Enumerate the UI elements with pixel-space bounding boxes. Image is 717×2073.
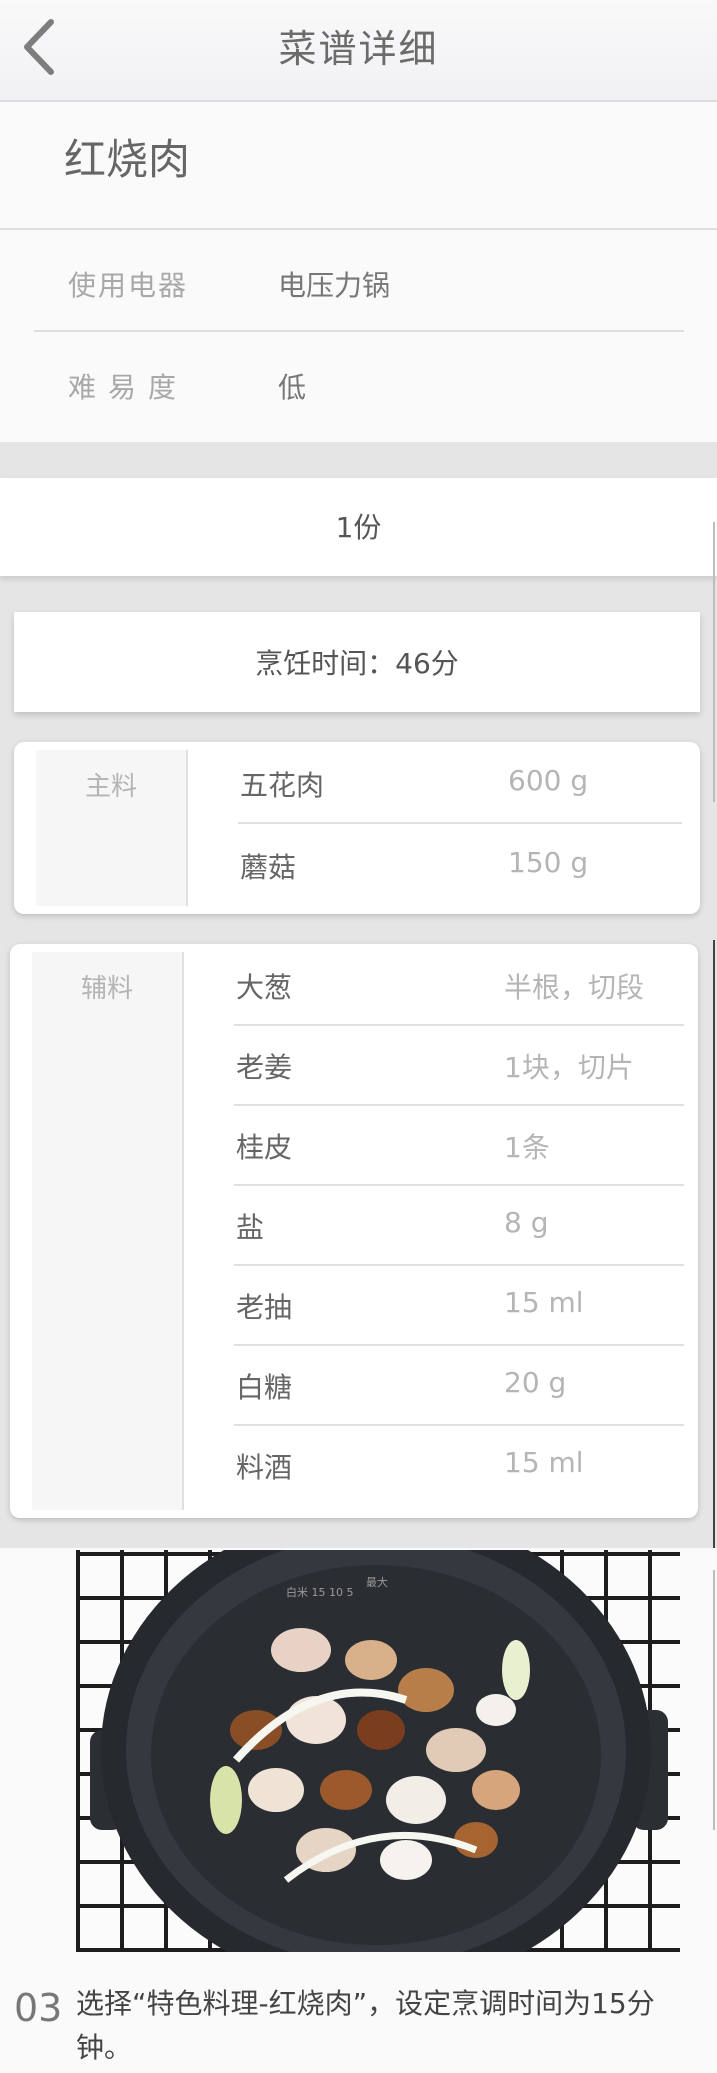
recipe-name: 红烧肉 (64, 135, 191, 184)
ingredient-name: 五花肉 (240, 769, 325, 802)
svg-text:白米 15 10 5: 白米 15 10 5 (286, 1585, 353, 1599)
main-ingredients-card: 主料 五花肉 600 g 蘑菇 150 g (14, 742, 700, 914)
ingredient-row: 盐 8 g (234, 1184, 684, 1266)
ingredient-quantity: 600 g (508, 764, 589, 797)
ingredient-quantity: 8 g (504, 1206, 549, 1239)
ingredient-name: 老姜 (236, 1051, 293, 1084)
ingredient-quantity: 20 g (504, 1366, 567, 1399)
svg-text:最大: 最大 (366, 1575, 388, 1589)
ingredient-name: 白糖 (236, 1371, 293, 1404)
ingredient-quantity: 1条 (504, 1131, 550, 1164)
appliance-label: 使用电器 (68, 269, 189, 302)
recipe-name-section: 红烧肉 (0, 102, 717, 230)
ingredient-name: 大葱 (236, 971, 293, 1004)
cook-time-card: 烹饪时间：46分 (14, 612, 700, 712)
cook-time-text: 烹饪时间：46分 (255, 647, 459, 680)
step-photo: 白米 15 10 5 最大 (76, 1550, 680, 1952)
ingredient-row: 大葱 半根，切段 (234, 944, 684, 1026)
pressure-cooker-pot-image: 白米 15 10 5 最大 (90, 1550, 668, 1952)
scroll-edge-indicator (713, 940, 715, 1548)
scroll-edge-indicator (713, 1570, 715, 1830)
main-ingredients-title-cell: 主料 (36, 750, 188, 906)
ingredient-row: 老抽 15 ml (234, 1264, 684, 1346)
appliance-value: 电压力锅 (278, 269, 391, 302)
ingredient-name: 料酒 (236, 1451, 293, 1484)
aux-ingredients-title-cell: 辅料 (32, 952, 184, 1510)
aux-ingredients-title: 辅料 (80, 974, 133, 1004)
scroll-edge-indicator (713, 522, 715, 802)
ingredient-row: 老姜 1块，切片 (234, 1024, 684, 1106)
step-number: 03 (14, 1986, 63, 2030)
steps-section: 白米 15 10 5 最大 03 选择“特色料理-红烧肉”，设定烹调时间为15分… (0, 1548, 717, 2073)
difficulty-label: 难易度 (68, 371, 189, 404)
ingredient-quantity: 半根，切段 (504, 971, 645, 1004)
ingredient-row: 蘑菇 150 g (238, 824, 682, 904)
aux-ingredients-card: 辅料 大葱 半根，切段 老姜 1块，切片 桂皮 1条 盐 8 g 老抽 15 m… (10, 944, 698, 1518)
page-title: 菜谱详细 (278, 27, 439, 71)
ingredient-name: 老抽 (236, 1291, 293, 1324)
ingredient-quantity: 15 ml (504, 1446, 584, 1479)
difficulty-value: 低 (278, 371, 307, 404)
ingredient-name: 蘑菇 (240, 851, 297, 884)
info-row-appliance: 使用电器 电压力锅 (34, 230, 684, 332)
step-description: 选择“特色料理-红烧肉”，设定烹调时间为15分钟。 (76, 1987, 655, 2064)
servings-value: 1份 (335, 511, 382, 544)
info-row-difficulty: 难易度 低 (34, 332, 684, 432)
ingredient-name: 盐 (236, 1211, 265, 1244)
ingredient-quantity: 15 ml (504, 1286, 584, 1319)
ingredient-row: 白糖 20 g (234, 1344, 684, 1426)
ingredient-row: 五花肉 600 g (238, 742, 682, 824)
ingredient-quantity: 1块，切片 (504, 1051, 634, 1084)
ingredient-row: 料酒 15 ml (234, 1424, 684, 1504)
ingredient-row: 桂皮 1条 (234, 1104, 684, 1186)
top-bar: 菜谱详细 (0, 0, 717, 102)
main-ingredients-title: 主料 (84, 772, 137, 802)
servings-bar[interactable]: 1份 (0, 478, 717, 576)
recipe-info: 使用电器 电压力锅 难易度 低 (0, 230, 717, 442)
ingredient-name: 桂皮 (236, 1131, 293, 1164)
ingredient-quantity: 150 g (508, 846, 589, 879)
